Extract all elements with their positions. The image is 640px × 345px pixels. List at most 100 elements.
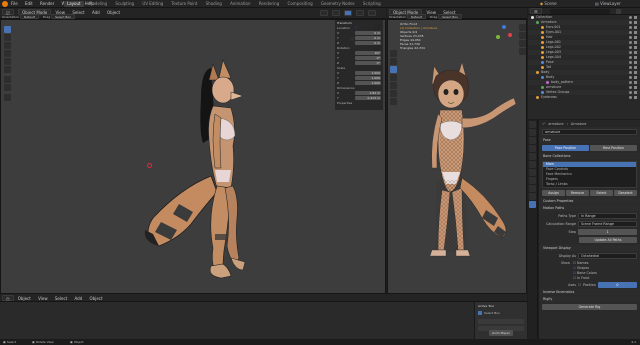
select-tool-icon[interactable] — [4, 26, 11, 33]
eye-icon[interactable] — [629, 91, 632, 94]
tab-layout[interactable]: Layout — [64, 1, 84, 7]
tab-uv-editing[interactable]: UV Editing — [139, 1, 166, 7]
scale-x-field[interactable]: 1.000 — [355, 70, 381, 75]
eye-icon[interactable] — [629, 41, 632, 44]
assign-button[interactable]: Assign — [542, 190, 565, 196]
custom-properties-header[interactable]: Custom Properties — [539, 198, 640, 204]
eye-icon[interactable] — [629, 66, 632, 69]
eye-icon[interactable] — [629, 86, 632, 89]
right-move-tool-icon[interactable] — [390, 66, 397, 73]
dimensions-x-field[interactable]: 1.82 m — [355, 90, 381, 95]
properties-row[interactable]: Properties — [335, 100, 383, 105]
menu-render[interactable]: Render — [40, 1, 54, 7]
anim-player-button[interactable]: Anim Player — [489, 330, 513, 336]
eye-icon[interactable] — [629, 96, 632, 99]
display-as-dropdown[interactable]: Octahedral — [578, 253, 637, 259]
update-paths-button[interactable]: Update All Paths — [579, 237, 637, 243]
eye-icon[interactable] — [629, 71, 632, 74]
right-scale-tool-icon[interactable] — [390, 82, 397, 89]
right-select-tool-icon[interactable] — [390, 50, 397, 57]
camera-icon[interactable] — [634, 71, 637, 74]
right-gizmo-z-axis-icon[interactable] — [502, 25, 506, 29]
menu-add[interactable]: Add — [92, 10, 100, 15]
right-cursor-tool-icon[interactable] — [390, 58, 397, 65]
eye-icon[interactable] — [629, 81, 632, 84]
rigify-header[interactable]: Rigify — [539, 296, 640, 302]
right-camera-view-icon[interactable] — [519, 40, 526, 47]
pose-position-button[interactable]: Pose Position — [542, 145, 589, 151]
active-tool-field[interactable] — [478, 319, 524, 324]
right-perspective-toggle-icon[interactable] — [519, 48, 526, 55]
step-field[interactable]: 1 — [578, 229, 637, 235]
pose-panel-header[interactable]: Pose — [539, 137, 640, 143]
render-tab-icon[interactable] — [529, 129, 536, 136]
right-gizmo-y-axis-icon[interactable] — [496, 35, 500, 39]
right-annotate-tool-icon[interactable] — [390, 98, 397, 105]
object-tab-icon[interactable] — [529, 169, 536, 176]
armature-data-tab-icon[interactable] — [529, 201, 536, 208]
scene-selector[interactable]: ◆ Scene — [540, 1, 557, 7]
right-navigation-gizmo[interactable] — [492, 23, 516, 47]
menu-edit[interactable]: Edit — [25, 1, 33, 7]
scale-tool-icon[interactable] — [4, 58, 11, 65]
camera-icon[interactable] — [634, 31, 637, 34]
right-measure-tool-icon[interactable] — [390, 90, 397, 97]
active-tool-row[interactable]: Select Box — [475, 310, 527, 316]
camera-icon[interactable] — [634, 36, 637, 39]
camera-icon[interactable] — [634, 16, 637, 19]
camera-icon[interactable] — [634, 56, 637, 59]
view-layer-tab-icon[interactable] — [529, 145, 536, 152]
rotation-x-field[interactable]: 90° — [355, 50, 381, 55]
bone-collection-item[interactable]: Torso / Limbs — [543, 182, 636, 187]
view-layer-selector[interactable]: ▤ ViewLayer — [595, 1, 621, 7]
eye-icon[interactable] — [629, 61, 632, 64]
eye-icon[interactable] — [629, 56, 632, 59]
rotate-tool-icon[interactable] — [4, 50, 11, 57]
menu-file[interactable]: File — [11, 1, 18, 7]
scale-y-field[interactable]: 1.000 — [355, 75, 381, 80]
tool-tab-icon[interactable] — [529, 121, 536, 128]
xray-icon[interactable] — [332, 10, 340, 16]
generate-rig-button[interactable]: Generate Rig — [542, 304, 637, 310]
camera-icon[interactable] — [634, 81, 637, 84]
outliner-editor-dropdown[interactable]: ☰ — [530, 8, 542, 14]
menu-object[interactable]: Object — [107, 10, 120, 15]
character-side-view[interactable] — [131, 58, 261, 288]
overlay-icon[interactable] — [320, 10, 328, 16]
camera-icon[interactable] — [634, 61, 637, 64]
eye-icon[interactable] — [629, 51, 632, 54]
camera-icon[interactable] — [634, 41, 637, 44]
tab-animation[interactable]: Animation — [227, 1, 253, 7]
eye-icon[interactable] — [629, 16, 632, 19]
eye-icon[interactable] — [629, 21, 632, 24]
tab-compositing[interactable]: Compositing — [285, 1, 316, 7]
select-button[interactable]: Select — [590, 190, 613, 196]
paths-type-dropdown[interactable]: In Range — [578, 213, 637, 219]
move-tool-icon[interactable] — [4, 42, 11, 49]
tab-geometry-nodes[interactable]: Geometry Nodes — [318, 1, 358, 7]
filter-icon[interactable] — [616, 9, 621, 14]
bone-collections-header[interactable]: Bone Collections — [539, 153, 640, 159]
inverse-kinematics-header[interactable]: Inverse Kinematics — [539, 289, 640, 295]
right-gizmo-x-axis-icon[interactable] — [508, 33, 512, 37]
camera-icon[interactable] — [634, 26, 637, 29]
modifier-tab-icon[interactable] — [529, 177, 536, 184]
outliner-row[interactable]: Eyebrows — [528, 95, 640, 100]
world-tab-icon[interactable] — [529, 161, 536, 168]
in-front-row[interactable]: ☐ In Front — [561, 276, 637, 281]
camera-icon[interactable] — [634, 96, 637, 99]
rotation-z-field[interactable]: 0° — [355, 60, 381, 65]
eye-icon[interactable] — [629, 36, 632, 39]
output-tab-icon[interactable] — [529, 137, 536, 144]
remove-button[interactable]: Remove — [566, 190, 589, 196]
left-viewport[interactable]: Transform Location X 0 m Y 0 m Z 0 m Rotati… — [0, 19, 386, 294]
add-cube-tool-icon[interactable] — [4, 94, 11, 101]
rendered-shading-icon[interactable] — [368, 10, 376, 16]
tab-rendering[interactable]: Rendering — [256, 1, 282, 7]
solid-shading-icon[interactable] — [344, 10, 352, 16]
character-front-view[interactable] — [416, 60, 528, 265]
physics-tab-icon[interactable] — [529, 185, 536, 192]
scale-z-field[interactable]: 1.000 — [355, 80, 381, 85]
right-viewport[interactable]: Ortho Front (1) Collection | Armature Ob… — [387, 19, 527, 294]
viewport-display-header[interactable]: Viewport Display — [539, 245, 640, 251]
